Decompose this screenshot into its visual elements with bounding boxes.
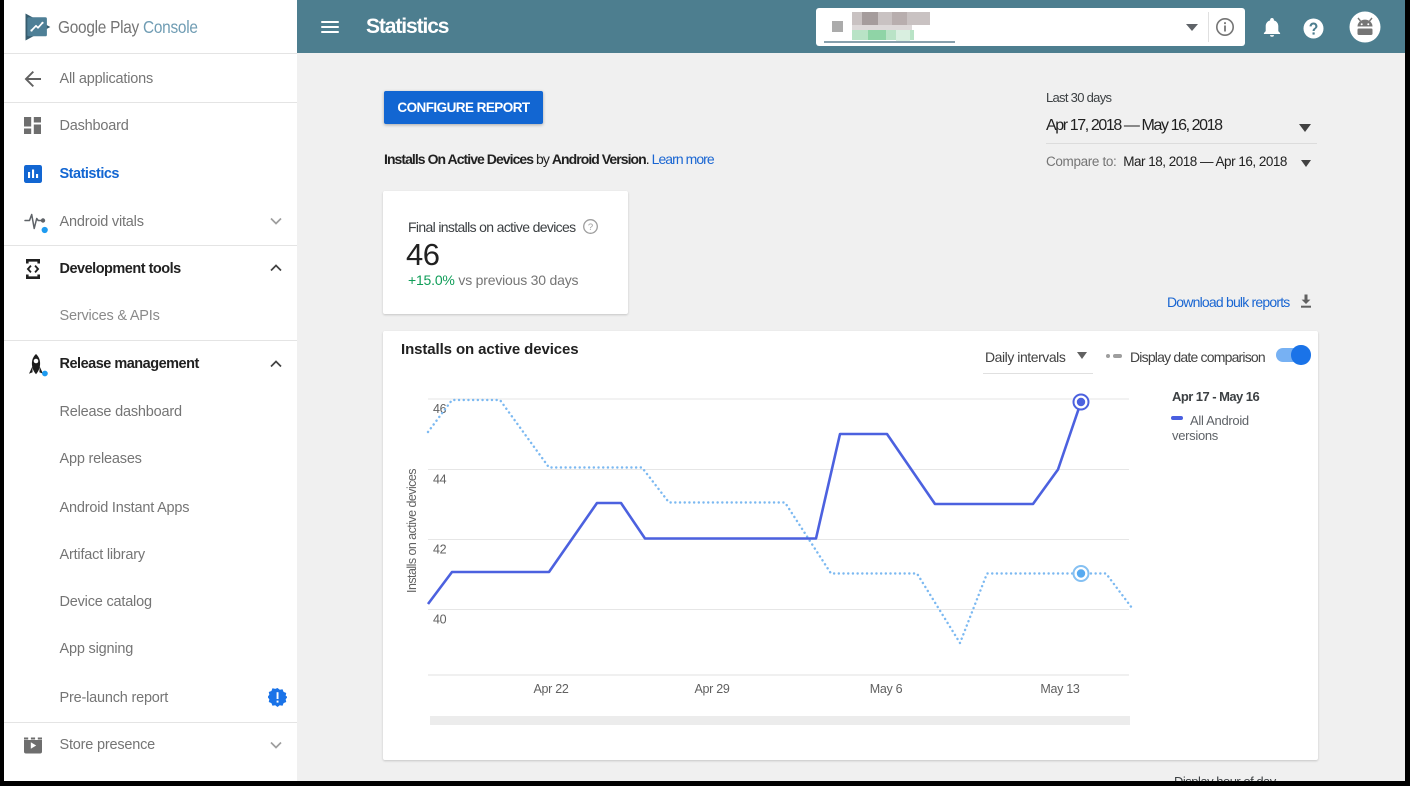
- svg-text:40: 40: [433, 613, 447, 627]
- svg-text:May 13: May 13: [1040, 682, 1080, 696]
- svg-text:42: 42: [433, 543, 447, 557]
- svg-text:Apr 29: Apr 29: [694, 682, 729, 696]
- svg-text:Installs on active devices: Installs on active devices: [405, 469, 419, 593]
- svg-text:?: ?: [588, 222, 593, 233]
- svg-text:44: 44: [433, 473, 447, 487]
- svg-text:Apr 22: Apr 22: [533, 682, 568, 696]
- svg-text:May 6: May 6: [870, 682, 903, 696]
